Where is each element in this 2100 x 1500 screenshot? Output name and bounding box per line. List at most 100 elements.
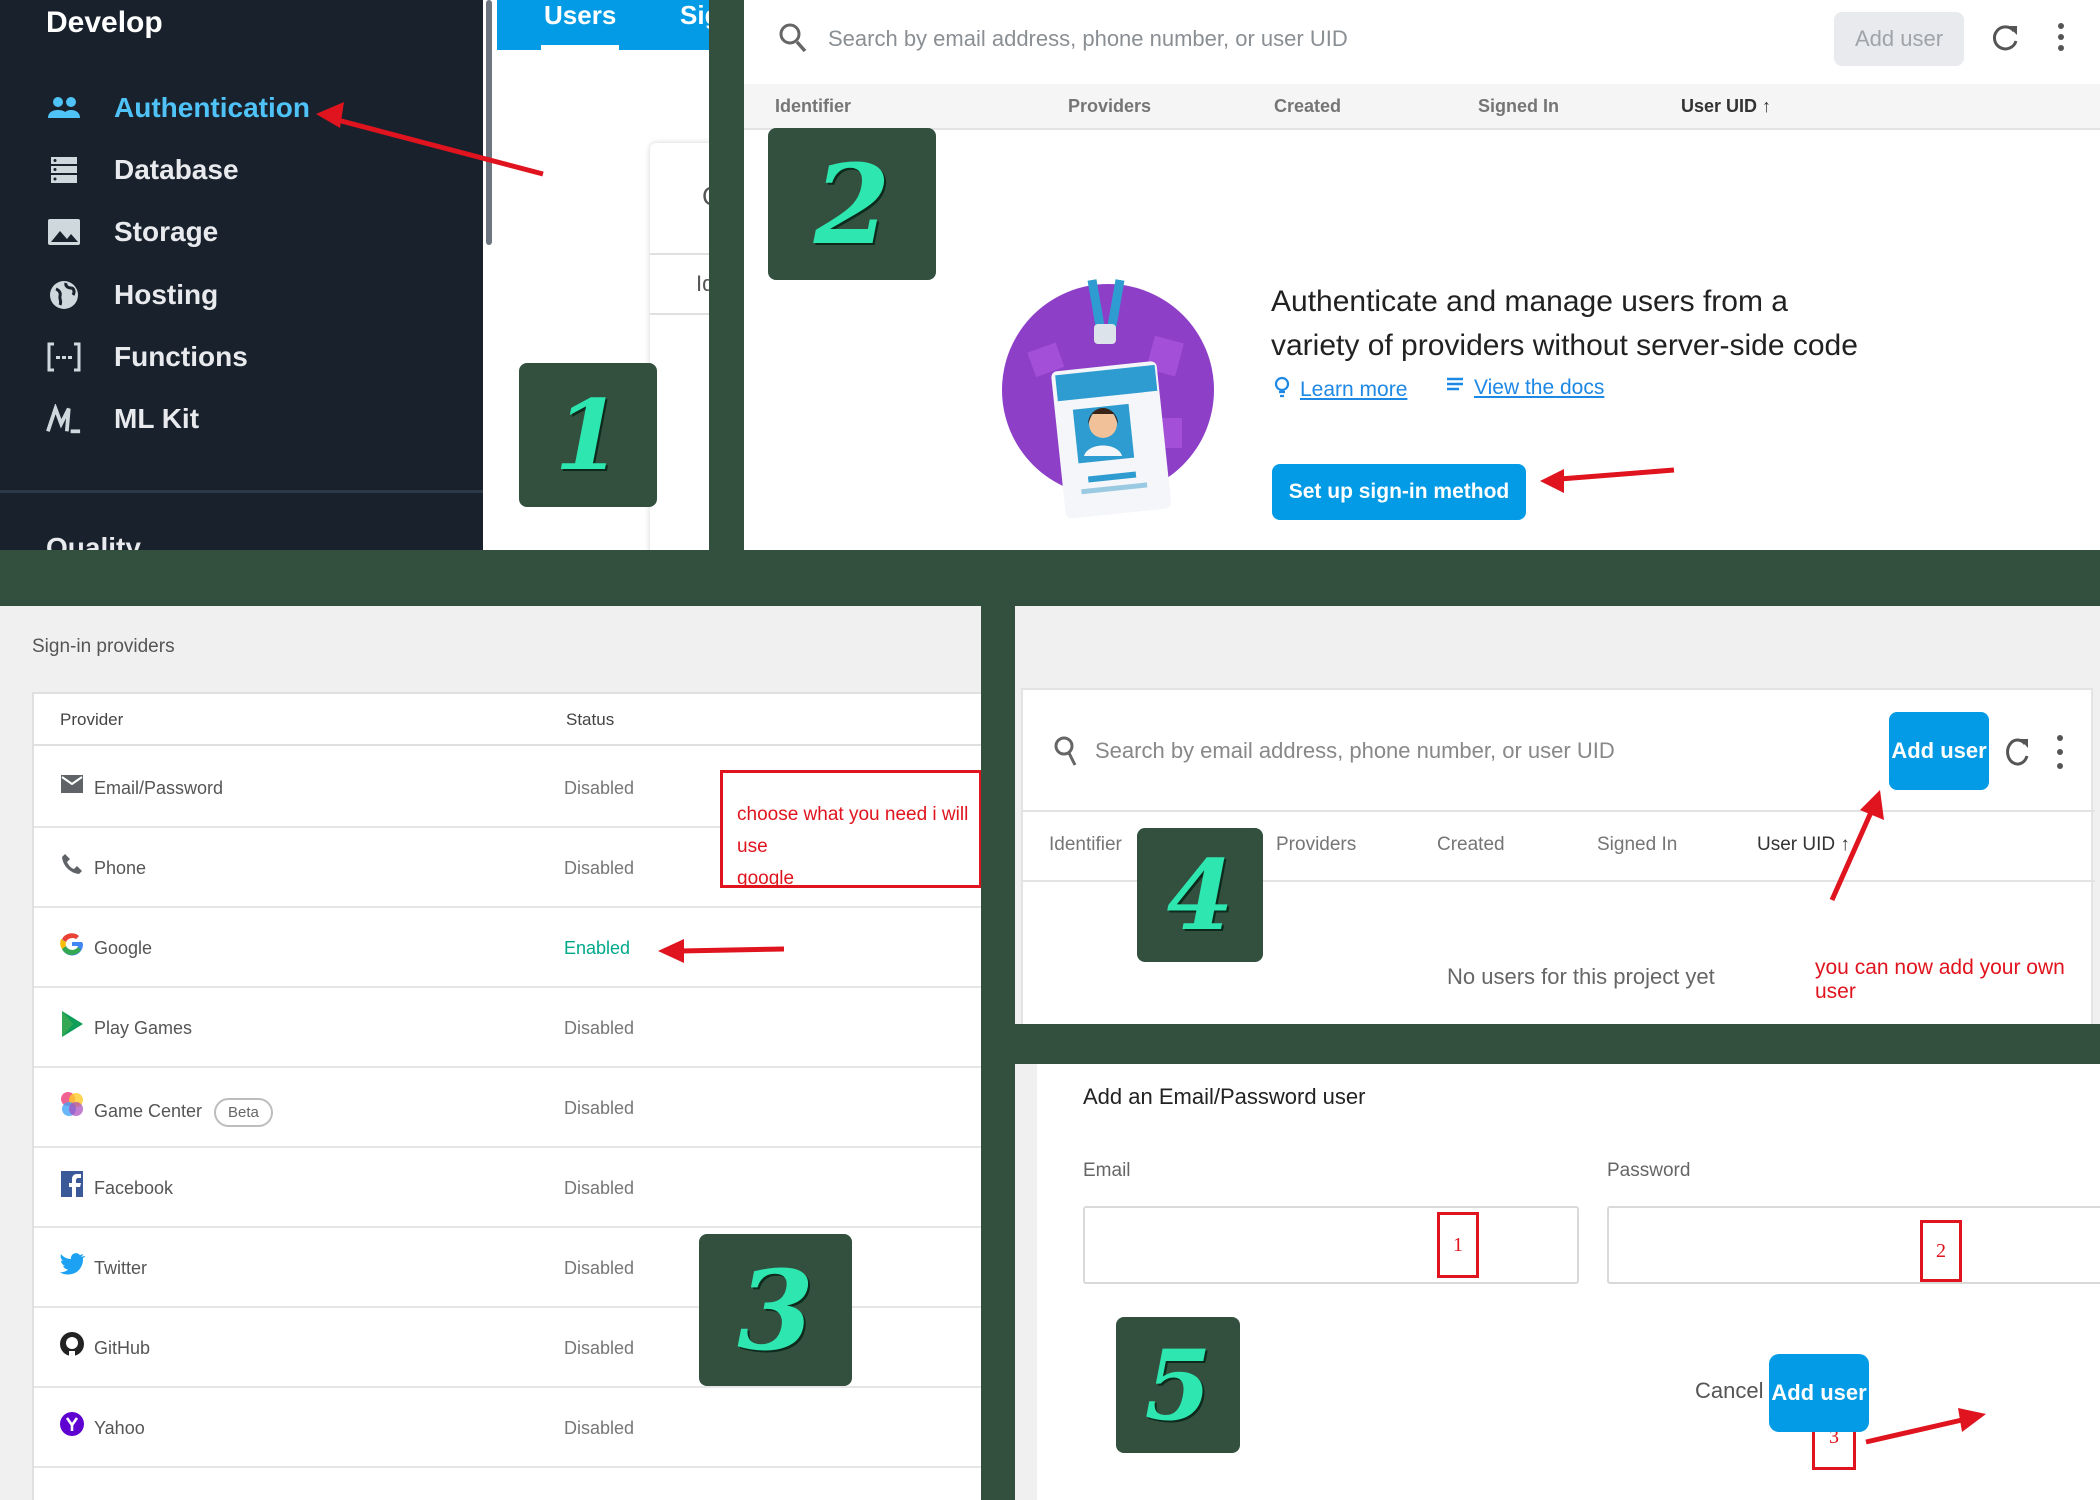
tab-users[interactable]: Users xyxy=(544,0,616,31)
provider-row-yahoo[interactable]: Yahoo Disabled xyxy=(34,1388,981,1468)
provider-row-facebook[interactable]: Facebook Disabled xyxy=(34,1148,981,1228)
ml-kit-icon xyxy=(46,401,82,437)
providers-table-header: Provider Status xyxy=(34,694,981,746)
panel-sign-in-providers: Sign-in providers Provider Status Email/… xyxy=(0,606,981,1500)
sidebar-item-storage[interactable]: Storage xyxy=(46,208,218,256)
annotation-text: choose what you need i will use google xyxy=(737,799,979,895)
view-docs-link[interactable]: View the docs xyxy=(1446,376,1604,400)
people-icon xyxy=(46,90,82,126)
column-provider: Provider xyxy=(60,710,124,729)
facebook-icon xyxy=(58,1170,86,1198)
panel-users-add: Search by email address, phone number, o… xyxy=(1015,606,2100,1024)
column-signed-in[interactable]: Signed In xyxy=(1478,96,1559,117)
provider-row-game-center[interactable]: Game Center Beta Disabled xyxy=(34,1068,981,1148)
refresh-icon[interactable] xyxy=(2005,734,2029,773)
provider-row-play-games[interactable]: Play Games Disabled xyxy=(34,988,981,1068)
column-providers[interactable]: Providers xyxy=(1068,96,1151,117)
sort-arrow-icon: ↑ xyxy=(1762,96,1772,116)
dialog-title: Add an Email/Password user xyxy=(1083,1084,1366,1109)
provider-name: Facebook xyxy=(94,1178,174,1198)
sidebar-section-develop: Develop xyxy=(46,6,163,39)
provider-name-text: Game Center xyxy=(94,1101,203,1121)
annotation-step-marker: 1 xyxy=(1437,1212,1479,1278)
step-badge-5: 5 xyxy=(1116,1317,1240,1453)
annotation-step-marker: 2 xyxy=(1920,1220,1962,1282)
sidebar-section-quality: Quality xyxy=(46,532,141,550)
email-field[interactable] xyxy=(1083,1206,1579,1284)
provider-status: Disabled xyxy=(564,1258,635,1278)
sidebar-item-database[interactable]: Database xyxy=(46,146,239,194)
add-user-button[interactable]: Add user xyxy=(1889,712,1989,790)
sidebar-item-label: Authentication xyxy=(114,92,310,123)
card-partial-text: C xyxy=(702,181,709,212)
empty-state-title: Authenticate and manage users from a var… xyxy=(1271,280,1891,368)
search-input[interactable]: Search by email address, phone number, o… xyxy=(1095,738,1615,764)
database-icon xyxy=(46,152,82,188)
divider xyxy=(650,313,709,315)
auth-tab-bar: Users Sig xyxy=(497,0,709,50)
title-line: Authenticate and manage users from a xyxy=(1271,285,1788,318)
column-identifier[interactable]: Identifier xyxy=(1049,834,1122,856)
beta-badge: Beta xyxy=(214,1098,273,1127)
sidebar-item-hosting[interactable]: Hosting xyxy=(46,271,218,319)
panel-add-user-dialog: Add an Email/Password user Email Passwor… xyxy=(1015,1064,2100,1500)
provider-name: Email/Password xyxy=(94,778,224,798)
provider-name: Twitter xyxy=(94,1258,148,1278)
provider-name: Google xyxy=(94,938,153,958)
provider-name: Yahoo xyxy=(94,1418,145,1438)
column-label: User UID xyxy=(1681,96,1758,116)
search-input[interactable]: Search by email address, phone number, o… xyxy=(828,26,1348,52)
users-table-header: Identifier Providers Created Signed In U… xyxy=(744,84,2100,130)
provider-name: Play Games xyxy=(94,1018,193,1038)
active-tab-indicator xyxy=(541,45,619,50)
sidebar-item-ml-kit[interactable]: ML Kit xyxy=(46,395,199,443)
column-user-uid[interactable]: User UID ↑ xyxy=(1681,96,1771,117)
add-user-button[interactable]: Add user xyxy=(1834,12,1964,66)
provider-status: Disabled xyxy=(564,858,635,878)
column-providers[interactable]: Providers xyxy=(1276,834,1356,856)
refresh-icon[interactable] xyxy=(1990,22,2020,57)
provider-row-google[interactable]: Google Enabled xyxy=(34,908,981,988)
more-options-icon[interactable] xyxy=(2056,22,2066,57)
title-line: variety of providers without server-side… xyxy=(1271,329,1858,362)
column-created[interactable]: Created xyxy=(1437,834,1505,856)
column-signed-in[interactable]: Signed In xyxy=(1597,834,1677,856)
yahoo-icon xyxy=(58,1410,86,1438)
note-line: choose what you need i will use xyxy=(737,804,969,857)
password-field[interactable] xyxy=(1607,1206,2100,1284)
google-icon xyxy=(58,930,86,958)
note-line: google xyxy=(737,868,795,889)
cancel-button[interactable]: Cancel xyxy=(1695,1378,1763,1404)
provider-status: Disabled xyxy=(564,1018,635,1038)
add-user-submit-button[interactable]: Add user xyxy=(1769,1354,1869,1432)
empty-state-text: No users for this project yet xyxy=(1447,964,1715,989)
tab-sign-in-method[interactable]: Sig xyxy=(680,0,709,31)
set-up-sign-in-method-button[interactable]: Set up sign-in method xyxy=(1272,464,1526,520)
annotation-text: you can now add your own user xyxy=(1815,956,2065,1003)
provider-status: Disabled xyxy=(564,1418,635,1438)
sidebar-scrollbar[interactable] xyxy=(486,0,492,245)
more-options-icon[interactable] xyxy=(2055,734,2065,775)
lightbulb-icon xyxy=(1274,376,1290,404)
sidebar-item-functions[interactable]: Functions xyxy=(46,333,248,381)
step-badge-4: 4 xyxy=(1137,828,1263,962)
firebase-sidebar: Develop Authentication Database Storage … xyxy=(0,0,483,550)
panel-users-empty: Search by email address, phone number, o… xyxy=(744,0,2100,550)
column-created[interactable]: Created xyxy=(1274,96,1341,117)
phone-icon xyxy=(58,850,86,878)
password-label: Password xyxy=(1607,1160,1691,1181)
image-icon xyxy=(46,214,82,250)
docs-icon xyxy=(1446,376,1464,400)
sidebar-divider xyxy=(0,490,483,493)
provider-status: Disabled xyxy=(564,1178,635,1198)
sidebar-item-label: ML Kit xyxy=(114,403,200,434)
panel-sidebar: Develop Authentication Database Storage … xyxy=(0,0,709,550)
users-card-partial: C Id xyxy=(650,143,709,550)
column-identifier[interactable]: Identifier xyxy=(775,96,851,117)
step-badge-1: 1 xyxy=(519,363,657,507)
learn-more-link[interactable]: Learn more xyxy=(1274,376,1407,404)
column-user-uid[interactable]: User UID ↑ xyxy=(1757,834,1850,856)
sidebar-item-authentication[interactable]: Authentication xyxy=(46,84,310,132)
column-status: Status xyxy=(566,710,615,729)
provider-name: GitHub xyxy=(94,1338,151,1358)
